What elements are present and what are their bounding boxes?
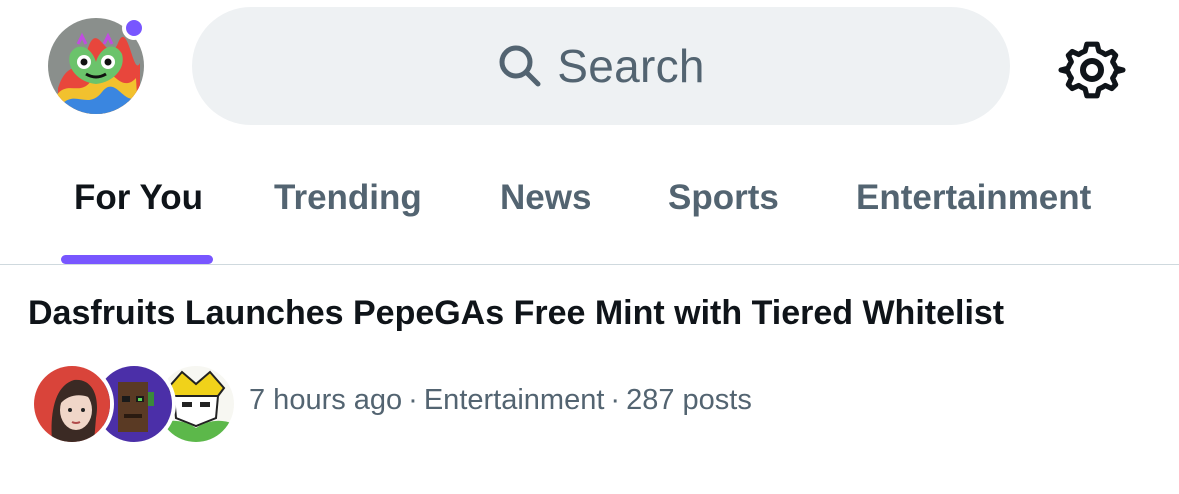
unread-indicator [122,16,146,40]
divider [0,264,1179,265]
separator: · [610,384,621,416]
tab-for-you[interactable]: For You [72,160,212,265]
trend-category: Entertainment [423,384,605,416]
tab-label: Entertainment [856,178,1092,217]
trend-post-count: 287 posts [626,384,752,416]
trend-avatar-stack [30,362,238,446]
tab-label: News [500,178,592,217]
tab-label: For You [74,178,203,217]
trend-meta: 7 hours ago · Entertainment · 287 posts [249,384,752,417]
explore-tabs: For You Trending News Sports Entertainme… [0,160,1179,265]
tab-sports[interactable]: Sports [666,160,786,265]
gear-icon[interactable] [1056,34,1128,106]
trend-item[interactable]: Dasfruits Launches PepeGAs Free Mint wit… [0,266,1179,494]
separator: · [408,384,418,416]
avatar [30,362,114,446]
tab-entertainment[interactable]: Entertainment [854,160,1114,265]
tab-news[interactable]: News [498,160,598,265]
tab-label: Trending [274,178,422,217]
search-icon [499,45,541,87]
trend-time: 7 hours ago [249,384,403,416]
active-tab-indicator [61,255,213,264]
search-placeholder: Search [557,40,705,92]
profile-avatar-button[interactable] [48,16,146,114]
search-input[interactable]: Search [192,7,1010,125]
top-bar: Search [0,0,1179,140]
tab-trending[interactable]: Trending [272,160,432,265]
tab-label: Sports [668,178,779,217]
trend-title: Dasfruits Launches PepeGAs Free Mint wit… [28,294,1005,332]
